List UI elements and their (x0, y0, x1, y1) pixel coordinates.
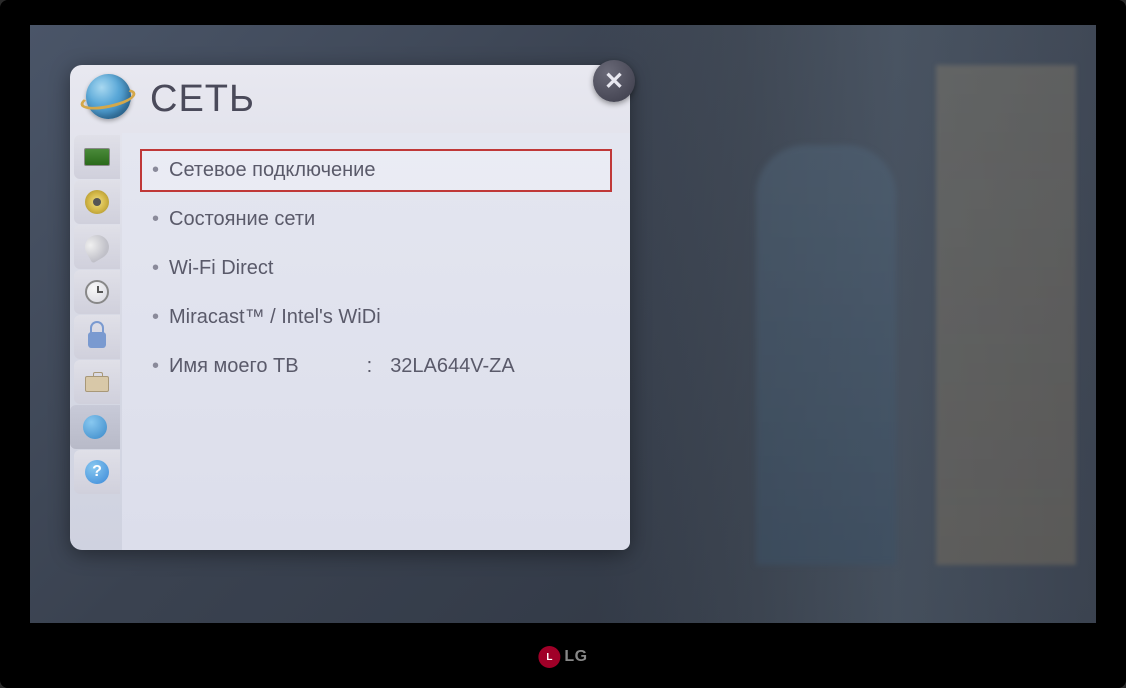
tv-screen: СЕТЬ ✕ (30, 25, 1096, 623)
bullet-icon: • (152, 208, 159, 231)
panel-body: ? • Сетевое подключение • Состояние сети… (70, 133, 630, 550)
menu-item-wifi-direct[interactable]: • Wi-Fi Direct (140, 247, 612, 290)
satellite-icon (83, 236, 111, 258)
tv-brand-logo: L LG (538, 646, 587, 668)
bullet-icon: • (152, 257, 159, 280)
briefcase-icon (83, 371, 111, 393)
sidebar-item-help[interactable]: ? (74, 450, 120, 494)
bullet-icon: • (152, 306, 159, 329)
sidebar-item-picture[interactable] (74, 135, 120, 179)
menu-item-label: Wi-Fi Direct (169, 257, 273, 280)
menu-item-label: Состояние сети (169, 208, 315, 231)
disc-icon (83, 191, 111, 213)
menu-item-label: Miracast™ / Intel's WiDi (169, 306, 381, 329)
menu-item-tv-name[interactable]: • Имя моего ТВ : 32LA644V-ZA (140, 345, 612, 388)
menu-item-miracast[interactable]: • Miracast™ / Intel's WiDi (140, 296, 612, 339)
sidebar-item-network[interactable] (70, 405, 120, 449)
panel-title: СЕТЬ (150, 78, 255, 121)
tv-frame: СЕТЬ ✕ (0, 0, 1126, 688)
menu-item-label: Сетевое подключение (169, 159, 375, 182)
settings-panel: СЕТЬ ✕ (70, 65, 630, 550)
close-icon: ✕ (604, 67, 624, 96)
lg-circle-icon: L (538, 646, 560, 668)
door-reflection (936, 65, 1076, 565)
menu-item-network-connection[interactable]: • Сетевое подключение (140, 149, 612, 192)
monitor-icon (83, 146, 111, 168)
menu-item-network-status[interactable]: • Состояние сети (140, 198, 612, 241)
bullet-icon: • (152, 355, 159, 378)
sidebar: ? (70, 133, 122, 550)
person-reflection (756, 145, 896, 565)
help-icon: ? (83, 461, 111, 483)
clock-icon (83, 281, 111, 303)
sidebar-item-options[interactable] (74, 360, 120, 404)
lg-text: LG (564, 648, 587, 666)
menu-item-value: 32LA644V-ZA (390, 355, 515, 378)
menu-content: • Сетевое подключение • Состояние сети •… (122, 133, 630, 550)
globe-icon (81, 416, 109, 438)
menu-item-label: Имя моего ТВ (169, 355, 299, 378)
sidebar-item-channel[interactable] (74, 225, 120, 269)
network-globe-icon (86, 74, 136, 124)
sidebar-item-time[interactable] (74, 270, 120, 314)
bullet-icon: • (152, 159, 159, 182)
separator: : (367, 355, 373, 378)
lock-icon (83, 326, 111, 348)
panel-header: СЕТЬ ✕ (70, 65, 630, 133)
sidebar-item-lock[interactable] (74, 315, 120, 359)
sidebar-item-sound[interactable] (74, 180, 120, 224)
close-button[interactable]: ✕ (593, 60, 635, 102)
